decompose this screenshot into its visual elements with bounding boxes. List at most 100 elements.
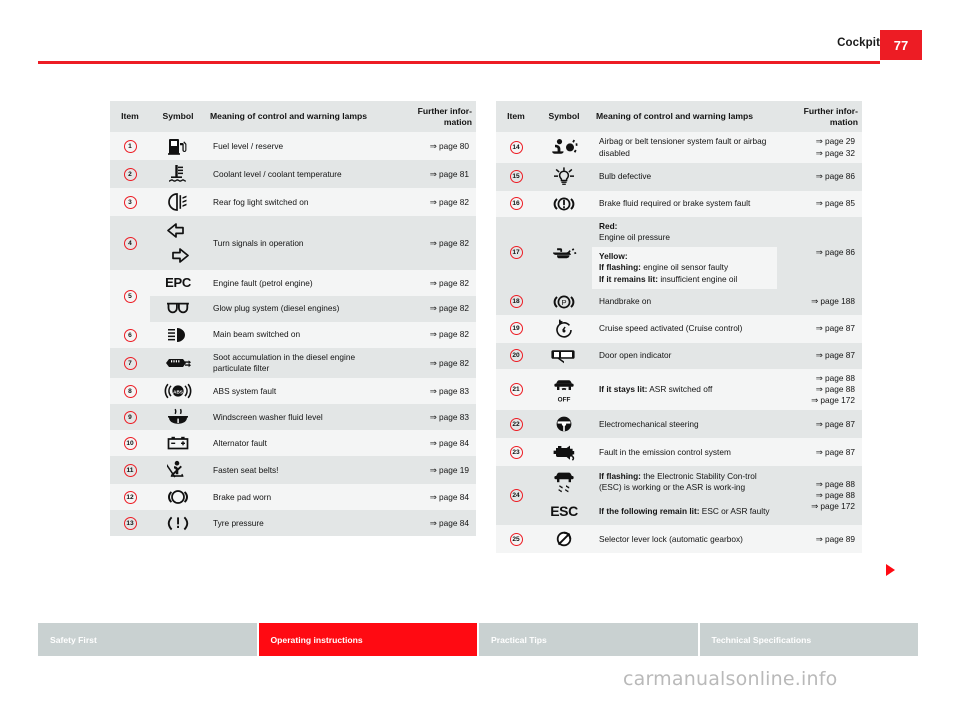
table-row: 13 Tyre pressure ⇒ page 84 bbox=[110, 510, 476, 537]
row-reference: ⇒ page 82 bbox=[391, 296, 476, 323]
svg-text:OFF: OFF bbox=[558, 396, 571, 403]
asr-label: If it stays lit: bbox=[599, 383, 648, 394]
steering-icon bbox=[536, 410, 592, 439]
row-meaning: Tyre pressure bbox=[206, 510, 391, 537]
row-item-number: 10 bbox=[110, 430, 150, 457]
row-item-number: 24 bbox=[496, 466, 536, 526]
column-header-further-info: Further infor- mation bbox=[777, 101, 862, 133]
row-meaning: Door open indicator bbox=[592, 342, 777, 369]
cruise-control-icon bbox=[536, 314, 592, 343]
row-meaning: Main beam switched on bbox=[206, 322, 391, 349]
row-reference: ⇒ page 82 bbox=[391, 188, 476, 217]
row-reference: ⇒ page 83 bbox=[391, 404, 476, 431]
esc-lit-label: If the following remain lit: bbox=[599, 506, 700, 517]
row-meaning: Brake fluid required or brake system fau… bbox=[592, 190, 777, 217]
esc-label: ESC bbox=[550, 503, 578, 520]
row-meaning: Glow plug system (diesel engines) bbox=[206, 296, 391, 323]
row-item-number: 16 bbox=[496, 190, 536, 217]
column-header-further-info: Further infor- mation bbox=[391, 101, 476, 133]
engine-emission-icon bbox=[536, 438, 592, 467]
alternator-icon bbox=[150, 430, 206, 457]
further-info-line2: mation bbox=[443, 116, 472, 127]
table-row: 10 Alternator fault ⇒ page 84 bbox=[110, 430, 476, 457]
oil-red-label: Red: bbox=[599, 220, 618, 231]
further-info-line1: Further infor- bbox=[417, 106, 472, 116]
footer-nav: Safety First Operating instructions Prac… bbox=[38, 623, 918, 656]
row-item-number: 2 bbox=[110, 160, 150, 189]
table-row: 9 Windscreen washer fluid level ⇒ page 8… bbox=[110, 404, 476, 431]
row-meaning: Brake pad worn bbox=[206, 484, 391, 511]
esc-skid-icon bbox=[536, 466, 592, 499]
row-item-number: 6 bbox=[110, 322, 150, 349]
turn-signal-icon bbox=[150, 216, 206, 271]
table-row: 5 EPC Engine fault (petrol engine) ⇒ pag… bbox=[110, 270, 476, 323]
esc-lit-text: ESC or ASR faulty bbox=[699, 506, 770, 517]
row-reference: ⇒ page 188 bbox=[777, 288, 862, 315]
glow-plug-icon bbox=[150, 296, 206, 323]
bulb-defective-icon bbox=[536, 162, 592, 191]
row-meaning: Fasten seat belts! bbox=[206, 456, 391, 485]
asr-off-icon: OFF bbox=[536, 368, 592, 411]
coolant-temp-icon bbox=[150, 160, 206, 189]
row-reference: ⇒ page 82 bbox=[391, 216, 476, 271]
row-item-number: 8 bbox=[110, 378, 150, 405]
oil-pressure-icon bbox=[536, 216, 592, 289]
row-meaning: Rear fog light switched on bbox=[206, 188, 391, 217]
table-row: 19 Cruise speed activated (Cruise contro… bbox=[496, 314, 862, 343]
row-meaning: Cruise speed activated (Cruise control) bbox=[592, 314, 777, 343]
row-meaning: Turn signals in operation bbox=[206, 216, 391, 271]
table-row: 8 ABS ABS system fault ⇒ page 83 bbox=[110, 378, 476, 405]
particulate-filter-icon bbox=[150, 348, 206, 379]
column-header-meaning: Meaning of control and warning lamps bbox=[206, 101, 391, 133]
table-row: 2 Coolant level / coolant temperature ⇒ … bbox=[110, 160, 476, 189]
row-meaning: If it stays lit: ASR switched off bbox=[592, 368, 777, 411]
row-item-number: 22 bbox=[496, 410, 536, 439]
row-reference: ⇒ page 29 ⇒ page 32 bbox=[777, 132, 862, 163]
footer-tab-operating-instructions[interactable]: Operating instructions bbox=[258, 623, 479, 656]
svg-text:P: P bbox=[561, 298, 566, 307]
esc-flashing-label: If flashing: bbox=[599, 471, 641, 482]
abs-icon: ABS bbox=[150, 378, 206, 405]
row-item-number: 9 bbox=[110, 404, 150, 431]
row-meaning: Fuel level / reserve bbox=[206, 132, 391, 161]
row-meaning-lit: If the following remain lit: ESC or ASR … bbox=[592, 498, 777, 526]
footer-tab-technical-specifications[interactable]: Technical Specifications bbox=[699, 623, 918, 656]
table-row: 14 Airbag or belt tensioner system fault… bbox=[496, 132, 862, 163]
oil-flashing-label: If flashing: bbox=[599, 262, 641, 273]
page-number-badge: 77 bbox=[880, 30, 922, 60]
row-reference: ⇒ page 88 ⇒ page 88 ⇒ page 172 bbox=[777, 466, 862, 526]
table-row: 17 Red: Engine oil pressure ⇒ page 86 bbox=[496, 216, 862, 289]
oil-lit-label: If it remains lit: bbox=[599, 273, 659, 284]
row-reference: ⇒ page 84 bbox=[391, 430, 476, 457]
column-header-item: Item bbox=[496, 101, 536, 133]
row-item-number: 14 bbox=[496, 132, 536, 163]
oil-red-text: Engine oil pressure bbox=[599, 232, 671, 243]
warning-lamps-table-right: Item Symbol Meaning of control and warni… bbox=[496, 101, 862, 554]
table-header-row: Item Symbol Meaning of control and warni… bbox=[496, 101, 862, 133]
page-title: Cockpit bbox=[837, 37, 880, 49]
row-meaning-flashing: If flashing: the Electronic Stability Co… bbox=[592, 466, 777, 499]
row-item-number: 3 bbox=[110, 188, 150, 217]
washer-fluid-icon bbox=[150, 404, 206, 431]
footer-tab-practical-tips[interactable]: Practical Tips bbox=[479, 623, 700, 656]
watermark: carmanualsonline.info bbox=[623, 668, 838, 690]
column-header-symbol: Symbol bbox=[536, 101, 592, 133]
next-page-arrow-icon[interactable] bbox=[886, 564, 895, 576]
row-reference: ⇒ page 84 bbox=[391, 484, 476, 511]
row-meaning: Selector lever lock (automatic gearbox) bbox=[592, 525, 777, 554]
table-row: 23 Fault in the emission control system … bbox=[496, 438, 862, 467]
table-row: 4 Turn signals in operation ⇒ page 82 bbox=[110, 216, 476, 271]
warning-lamps-table-left: Item Symbol Meaning of control and warni… bbox=[110, 101, 476, 537]
footer-tab-safety-first[interactable]: Safety First bbox=[38, 623, 259, 656]
airbag-icon bbox=[536, 132, 592, 163]
table-row: 18 P Handbrake on ⇒ page 188 bbox=[496, 288, 862, 315]
row-meaning: Electromechanical steering bbox=[592, 410, 777, 439]
row-item-number: 20 bbox=[496, 342, 536, 369]
row-reference: ⇒ page 86 bbox=[777, 216, 862, 289]
table-row: 21 OFF If it stays lit: ASR switched off… bbox=[496, 368, 862, 411]
row-item-number: 13 bbox=[110, 510, 150, 537]
row-reference: ⇒ page 82 bbox=[391, 322, 476, 349]
row-reference: ⇒ page 87 bbox=[777, 410, 862, 439]
further-info-line1: Further infor- bbox=[803, 106, 858, 116]
epc-icon: EPC bbox=[150, 270, 206, 297]
